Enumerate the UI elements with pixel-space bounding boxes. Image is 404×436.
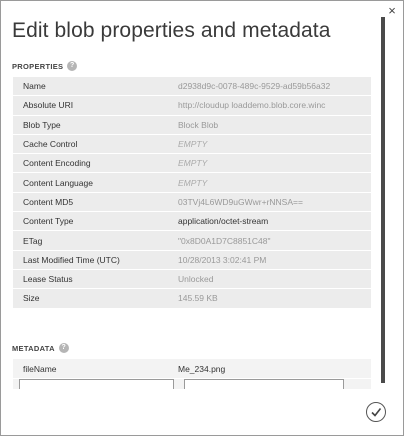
property-value[interactable]: application/octet-stream (178, 216, 371, 226)
property-key: Cache Control (23, 139, 78, 150)
property-key: Content Type (23, 216, 74, 227)
property-row-blob-type: Blob Type Block Blob (13, 115, 371, 135)
metadata-table: fileName Me_234.png (13, 359, 371, 378)
help-icon[interactable]: ? (67, 61, 78, 71)
scrollbar[interactable] (381, 17, 385, 383)
property-key: Name (23, 81, 46, 92)
property-row-size: Size 145.59 KB (13, 289, 371, 309)
close-icon: × (388, 3, 396, 18)
properties-heading-label: PROPERTIES (12, 61, 64, 71)
property-row-name: Name d2938d9c-0078-489c-9529-ad59b56a32 (13, 77, 371, 97)
edit-blob-dialog: × Edit blob properties and metadata PROP… (0, 0, 404, 436)
property-key: Lease Status (23, 274, 73, 285)
property-row-content-language[interactable]: Content Language EMPTY (13, 173, 371, 193)
scrollbar-thumb[interactable] (381, 17, 385, 383)
property-row-etag: ETag "0x8D0A1D7C8851C48" (13, 231, 371, 251)
metadata-row[interactable]: fileName Me_234.png (13, 359, 371, 378)
metadata-heading-label: METADATA (12, 343, 55, 353)
property-key: Size (23, 293, 40, 304)
property-value[interactable]: EMPTY (178, 178, 371, 188)
property-value[interactable]: 03TVj4L6WD9uGWwr+rNNSA== (178, 197, 371, 207)
property-key: Absolute URI (23, 100, 74, 111)
property-row-cache-control[interactable]: Cache Control EMPTY (13, 134, 371, 155)
property-value[interactable]: EMPTY (178, 139, 371, 149)
dialog-title: Edit blob properties and metadata (12, 19, 331, 42)
metadata-new-row (13, 379, 371, 389)
metadata-value[interactable]: Me_234.png (178, 364, 371, 374)
property-value: "0x8D0A1D7C8851C48" (178, 235, 271, 246)
property-value: 10/28/2013 3:02:41 PM (178, 254, 267, 265)
help-icon[interactable]: ? (58, 343, 69, 353)
property-value: http://cloudup loaddemo.blob.core.winc (178, 100, 326, 111)
property-row-last-modified: Last Modified Time (UTC) 10/28/2013 3:02… (13, 250, 371, 270)
property-key: Content Language (23, 177, 93, 188)
property-row-content-encoding[interactable]: Content Encoding EMPTY (13, 154, 371, 174)
property-row-lease-status: Lease Status Unlocked (13, 269, 371, 290)
metadata-new-key-input[interactable] (19, 379, 174, 389)
checkmark-icon (371, 408, 382, 417)
property-value: Unlocked (178, 274, 214, 285)
metadata-new-value-input[interactable] (184, 379, 344, 389)
property-key: Blob Type (23, 119, 61, 130)
property-key: ETag (23, 235, 43, 246)
property-key: Content Encoding (23, 158, 91, 169)
property-key: Content MD5 (23, 196, 74, 207)
metadata-key[interactable]: fileName (13, 364, 178, 374)
properties-heading: PROPERTIES ? (12, 61, 78, 71)
property-row-absolute-uri: Absolute URI http://cloudup loaddemo.blo… (13, 96, 371, 116)
property-key: Last Modified Time (UTC) (23, 254, 120, 265)
property-row-content-type[interactable]: Content Type application/octet-stream (13, 212, 371, 232)
metadata-heading: METADATA ? (12, 343, 69, 353)
property-row-content-md5[interactable]: Content MD5 03TVj4L6WD9uGWwr+rNNSA== (13, 192, 371, 213)
property-value: Block Blob (178, 119, 219, 130)
confirm-button[interactable] (366, 402, 386, 422)
property-value: 145.59 KB (178, 293, 218, 304)
property-value[interactable]: EMPTY (178, 158, 371, 168)
property-value: d2938d9c-0078-489c-9529-ad59b56a32 (178, 81, 331, 92)
properties-table: Name d2938d9c-0078-489c-9529-ad59b56a32 … (13, 77, 371, 309)
close-button[interactable]: × (385, 4, 399, 18)
